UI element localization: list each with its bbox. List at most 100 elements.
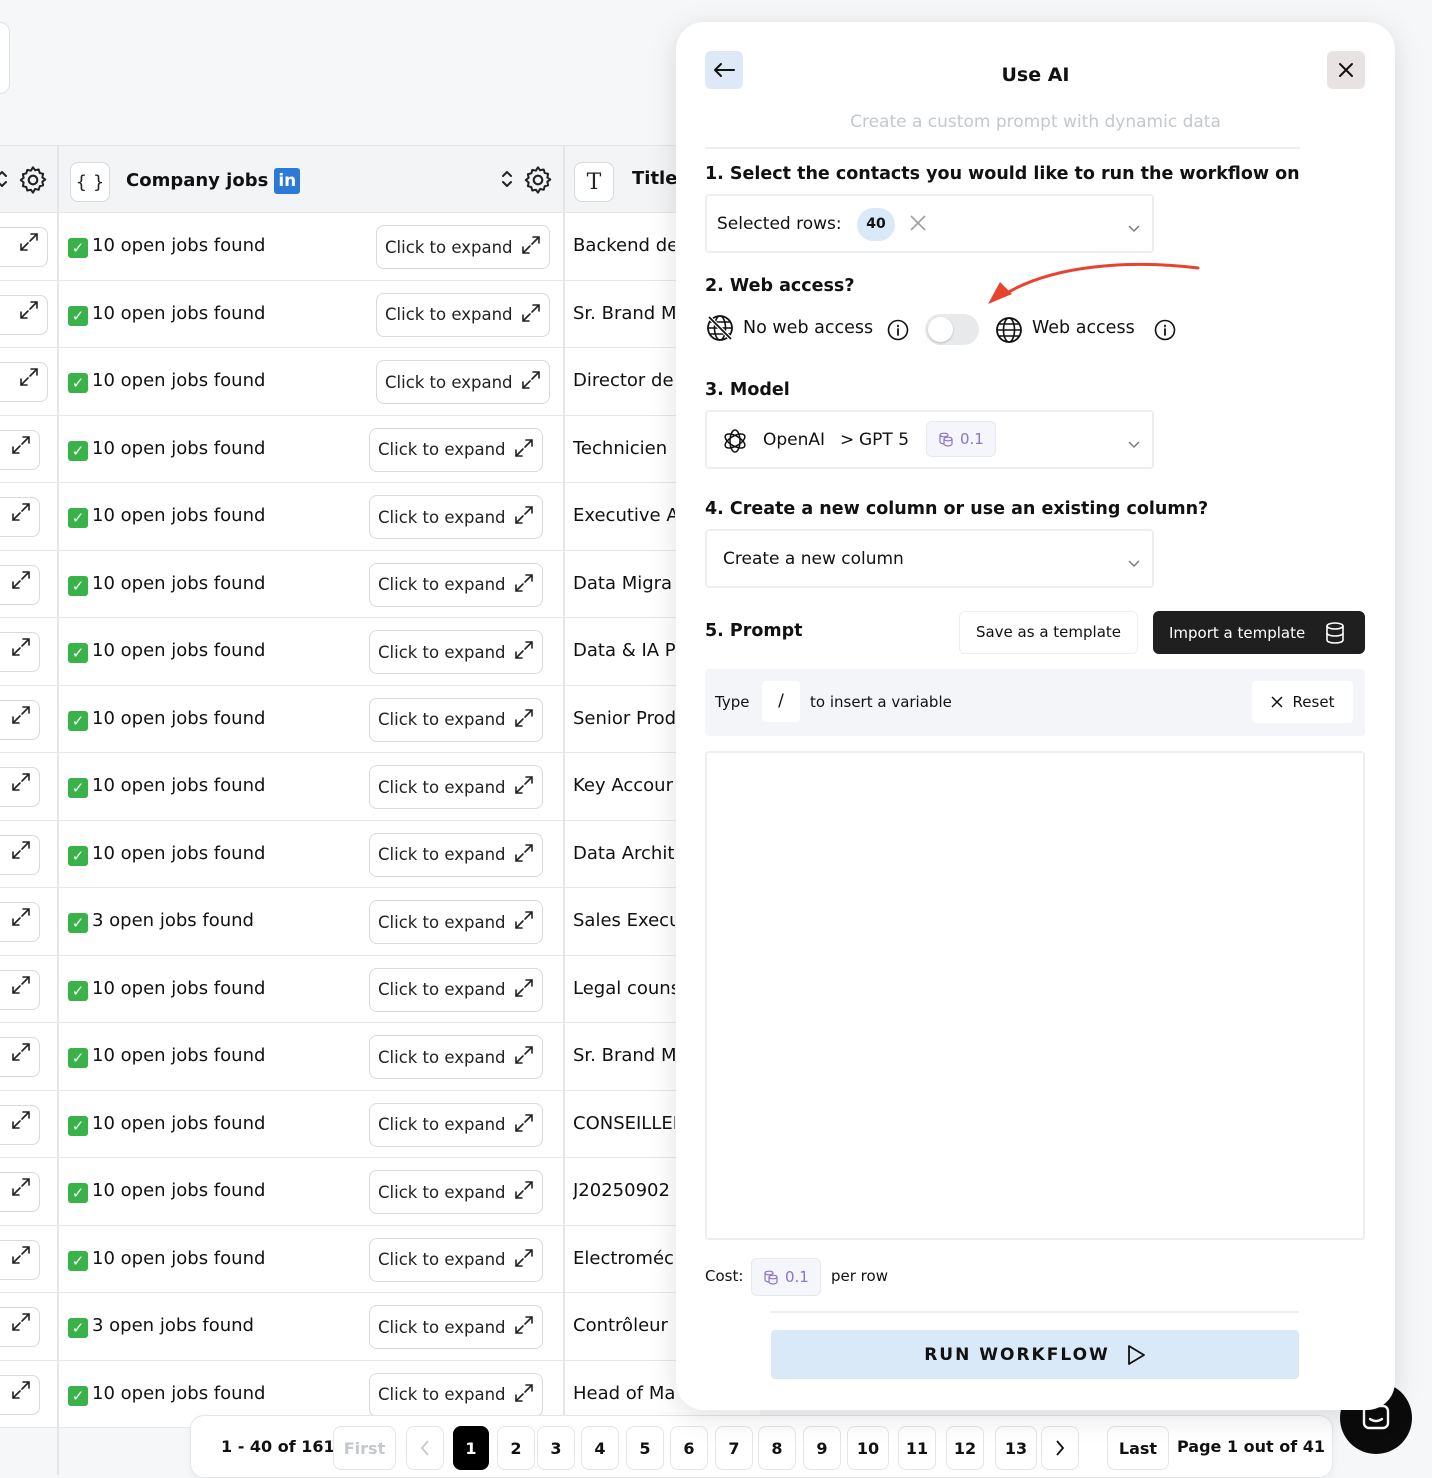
chevron-down-icon [1128,218,1140,237]
title-cell: Data & IA Pr [573,640,675,661]
click-to-expand-button[interactable]: Click to expand [369,697,543,742]
click-to-expand-button[interactable]: Click to expand [376,292,550,337]
page-button-11[interactable]: 11 [898,1426,936,1470]
next-page-button[interactable] [1041,1426,1079,1470]
selected-rows-select[interactable]: Selected rows: 40 [705,194,1154,253]
last-page-button[interactable]: Last [1107,1426,1169,1470]
expand-label: Click to expand [378,777,506,797]
expand-icon [11,701,31,739]
clear-selection-icon[interactable] [909,214,927,236]
info-icon[interactable] [1154,319,1176,345]
expand-cell-button[interactable] [0,699,40,740]
click-to-expand-button[interactable]: Click to expand [369,967,543,1012]
click-to-expand-button[interactable]: Click to expand [369,900,543,944]
expand-cell-button[interactable] [0,362,48,402]
reset-button[interactable]: Reset [1252,681,1353,723]
expand-cell-button[interactable] [0,1239,40,1280]
expand-cell-button[interactable] [0,227,48,267]
click-to-expand-button[interactable]: Click to expand [369,1372,543,1417]
expand-icon [514,1045,534,1069]
page-button-1[interactable]: 1 [453,1426,489,1470]
click-to-expand-button[interactable]: Click to expand [376,360,550,404]
page-button-12[interactable]: 12 [946,1426,984,1470]
model-cost-value: 0.1 [960,430,984,448]
click-to-expand-button[interactable]: Click to expand [369,832,543,877]
click-to-expand-button[interactable]: Click to expand [369,1237,543,1282]
title-cell: Electroméc [573,1247,674,1269]
gear-icon[interactable] [522,164,554,200]
expand-cell-button[interactable] [0,497,40,537]
import-template-button[interactable]: Import a template [1153,611,1365,654]
expand-cell-button[interactable] [0,969,40,1010]
jobs-cell: ✓ 10 open jobs found [68,843,265,866]
model-cost-chip: 0.1 [926,421,996,457]
expand-cell-button[interactable] [0,632,40,672]
expand-cell-button[interactable] [0,429,40,470]
sort-icon[interactable] [500,168,514,194]
expand-cell-button[interactable] [0,1172,40,1212]
click-to-expand-button[interactable]: Click to expand [369,1170,543,1214]
page-button-8[interactable]: 8 [758,1426,796,1470]
expand-cell-button[interactable] [0,1037,40,1077]
check-icon: ✓ [68,508,88,528]
expand-icon [514,708,534,732]
page-button-3[interactable]: 3 [537,1426,575,1470]
click-to-expand-button[interactable]: Click to expand [369,1305,543,1349]
info-icon[interactable] [887,319,909,345]
expand-cell-button[interactable] [0,1374,40,1415]
expand-label: Click to expand [378,440,506,459]
openai-icon [721,427,749,459]
table-row: ✓ 10 open jobs found Click to expand Data A… [0,820,760,888]
click-to-expand-button[interactable]: Click to expand [369,562,543,607]
cost-value: 0.1 [785,1268,809,1286]
expand-cell-button[interactable] [0,834,40,875]
table-row: ✓ 10 open jobs found Click to expand Electr… [0,1225,760,1293]
panel-title: Use AI [1001,64,1070,86]
web-access-toggle[interactable] [925,314,979,345]
page-button-4[interactable]: 4 [581,1426,619,1470]
jobs-cell: ✓ 10 open jobs found [68,1113,265,1136]
click-to-expand-button[interactable]: Click to expand [369,1102,543,1147]
first-page-button[interactable]: First [333,1426,396,1470]
step2-label: 2. Web access? [705,276,855,296]
expand-cell-button[interactable] [0,1104,40,1145]
run-workflow-button[interactable]: RUN WORKFLOW [771,1330,1299,1379]
chevron-down-icon [1128,434,1140,453]
gear-icon[interactable] [17,164,49,200]
column-select[interactable]: Create a new column [705,529,1154,588]
play-icon [1127,1344,1145,1365]
globe-icon [994,315,1024,349]
page-button-9[interactable]: 9 [803,1426,841,1470]
expand-icon [11,566,31,604]
save-template-button[interactable]: Save as a template [959,611,1138,654]
click-to-expand-button[interactable]: Click to expand [369,427,543,472]
run-workflow-label: RUN WORKFLOW [924,1344,1110,1365]
sort-icon[interactable] [0,168,8,194]
page-button-2[interactable]: 2 [497,1426,535,1470]
page-button-5[interactable]: 5 [626,1426,664,1470]
prev-page-button[interactable] [406,1426,444,1470]
company-jobs-header[interactable]: Company jobs in [126,168,301,194]
page-info: Page 1 out of 41 [1177,1437,1326,1456]
expand-cell-button[interactable] [0,902,40,942]
expand-cell-button[interactable] [0,1307,40,1347]
click-to-expand-button[interactable]: Click to expand [369,1035,543,1079]
page-button-10[interactable]: 10 [847,1426,889,1470]
click-to-expand-button[interactable]: Click to expand [369,630,543,674]
click-to-expand-button[interactable]: Click to expand [369,765,543,809]
chevron-right-icon [1056,1440,1065,1456]
model-select[interactable]: OpenAI > GPT 5 0.1 [705,410,1154,469]
expand-cell-button[interactable] [0,294,48,335]
prompt-input[interactable] [705,751,1365,1240]
expand-cell-button[interactable] [0,564,40,605]
expand-cell-button[interactable] [0,767,40,807]
page-button-6[interactable]: 6 [670,1426,708,1470]
page-button-7[interactable]: 7 [715,1426,753,1470]
click-to-expand-button[interactable]: Click to expand [376,225,550,269]
title-cell: CONSEILLER [573,1112,675,1134]
title-header[interactable]: Title [632,168,677,189]
close-button[interactable] [1327,51,1365,89]
click-to-expand-button[interactable]: Click to expand [369,495,543,539]
page-button-13[interactable]: 13 [995,1426,1037,1470]
expand-icon [11,633,31,671]
